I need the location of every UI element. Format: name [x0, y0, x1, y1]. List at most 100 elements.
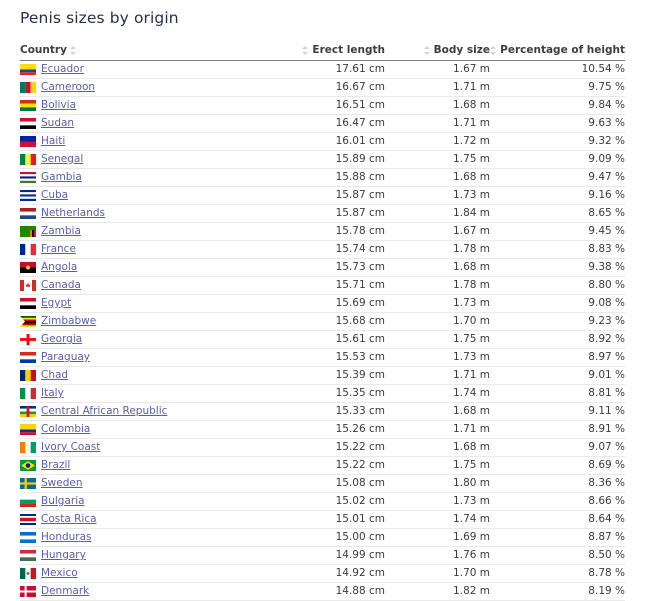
table-row: Brazil15.22 cm1.75 m8.69 % — [20, 457, 625, 475]
flag-ecuador-icon — [20, 64, 36, 75]
cell-erect-length: 14.99 cm — [265, 547, 385, 565]
cell-erect-length: 15.89 cm — [265, 151, 385, 169]
table-row: Senegal15.89 cm1.75 m9.09 % — [20, 151, 625, 169]
cell-percentage-of-height: 8.36 % — [490, 475, 625, 493]
cell-country: Colombia — [20, 421, 265, 439]
table-row: Costa Rica15.01 cm1.74 m8.64 % — [20, 511, 625, 529]
cell-body-size: 1.78 m — [385, 277, 490, 295]
country-link[interactable]: Italy — [41, 387, 64, 400]
cell-percentage-of-height: 8.50 % — [490, 547, 625, 565]
flag-cameroon-icon — [20, 82, 36, 93]
flag-haiti-icon — [20, 136, 36, 147]
country-link[interactable]: Central African Republic — [41, 405, 167, 418]
cell-erect-length: 15.00 cm — [265, 529, 385, 547]
column-header-country[interactable]: Country — [20, 42, 265, 61]
cell-country: Ivory Coast — [20, 439, 265, 457]
country-cell: Costa Rica — [20, 511, 265, 528]
cell-erect-length: 15.01 cm — [265, 511, 385, 529]
country-link[interactable]: Ecuador — [41, 63, 84, 76]
cell-body-size: 1.69 m — [385, 529, 490, 547]
country-link[interactable]: Hungary — [41, 549, 86, 562]
cell-erect-length: 15.33 cm — [265, 403, 385, 421]
column-header-label: Erect length — [312, 44, 385, 56]
cell-country: Egypt — [20, 295, 265, 313]
cell-body-size: 1.78 m — [385, 241, 490, 259]
country-link[interactable]: Netherlands — [41, 207, 105, 220]
country-link[interactable]: Mexico — [41, 567, 78, 580]
country-cell: Ivory Coast — [20, 439, 265, 456]
table-row: Cameroon16.67 cm1.71 m9.75 % — [20, 79, 625, 97]
country-link[interactable]: Cuba — [41, 189, 68, 202]
sort-icon[interactable] — [424, 46, 431, 55]
cell-body-size: 1.68 m — [385, 259, 490, 277]
flag-cuba-icon — [20, 190, 36, 201]
country-link[interactable]: Sweden — [41, 477, 83, 490]
country-cell: Chad — [20, 367, 265, 384]
table-row: Paraguay15.53 cm1.73 m8.97 % — [20, 349, 625, 367]
cell-percentage-of-height: 8.83 % — [490, 241, 625, 259]
country-link[interactable]: Ivory Coast — [41, 441, 100, 454]
country-link[interactable]: Senegal — [41, 153, 83, 166]
flag-zambia-icon — [20, 226, 36, 237]
cell-percentage-of-height: 9.32 % — [490, 133, 625, 151]
cell-percentage-of-height: 8.64 % — [490, 511, 625, 529]
flag-hungary-icon — [20, 550, 36, 561]
table-row: Canada15.71 cm1.78 m8.80 % — [20, 277, 625, 295]
country-link[interactable]: Georgia — [41, 333, 82, 346]
country-link[interactable]: Egypt — [41, 297, 71, 310]
country-link[interactable]: Brazil — [41, 459, 70, 472]
flag-netherlands-icon — [20, 208, 36, 219]
country-link[interactable]: Canada — [41, 279, 81, 292]
country-link[interactable]: Colombia — [41, 423, 90, 436]
cell-body-size: 1.75 m — [385, 331, 490, 349]
table-row: Angola15.73 cm1.68 m9.38 % — [20, 259, 625, 277]
country-link[interactable]: Costa Rica — [41, 513, 97, 526]
cell-country: Gambia — [20, 169, 265, 187]
country-link[interactable]: Gambia — [41, 171, 82, 184]
cell-country: Bolivia — [20, 97, 265, 115]
flag-costa-rica-icon — [20, 514, 36, 525]
country-link[interactable]: Sudan — [41, 117, 74, 130]
table-row: Mexico14.92 cm1.70 m8.78 % — [20, 565, 625, 583]
table-row: Gambia15.88 cm1.68 m9.47 % — [20, 169, 625, 187]
cell-percentage-of-height: 8.81 % — [490, 385, 625, 403]
cell-percentage-of-height: 8.78 % — [490, 565, 625, 583]
page-title: Penis sizes by origin — [20, 9, 179, 28]
country-link[interactable]: France — [41, 243, 76, 256]
cell-country: Cuba — [20, 187, 265, 205]
cell-erect-length: 15.71 cm — [265, 277, 385, 295]
cell-country: Zimbabwe — [20, 313, 265, 331]
table-row: Chad15.39 cm1.71 m9.01 % — [20, 367, 625, 385]
cell-percentage-of-height: 9.45 % — [490, 223, 625, 241]
country-link[interactable]: Haiti — [41, 135, 65, 148]
country-cell: Netherlands — [20, 205, 265, 222]
cell-percentage-of-height: 9.11 % — [490, 403, 625, 421]
column-header-body_size[interactable]: Body size — [385, 42, 490, 61]
country-link[interactable]: Bulgaria — [41, 495, 85, 508]
country-link[interactable]: Cameroon — [41, 81, 95, 94]
country-link[interactable]: Denmark — [41, 585, 89, 598]
sort-icon[interactable] — [70, 46, 77, 55]
cell-body-size: 1.73 m — [385, 187, 490, 205]
cell-erect-length: 16.67 cm — [265, 79, 385, 97]
cell-body-size: 1.71 m — [385, 367, 490, 385]
country-link[interactable]: Zambia — [41, 225, 81, 238]
country-link[interactable]: Honduras — [41, 531, 92, 544]
country-cell: Italy — [20, 385, 265, 402]
country-link[interactable]: Chad — [41, 369, 68, 382]
cell-body-size: 1.74 m — [385, 385, 490, 403]
cell-percentage-of-height: 9.84 % — [490, 97, 625, 115]
country-cell: Gambia — [20, 169, 265, 186]
country-link[interactable]: Paraguay — [41, 351, 90, 364]
cell-body-size: 1.75 m — [385, 151, 490, 169]
sort-icon[interactable] — [490, 46, 497, 55]
table-row: Bolivia16.51 cm1.68 m9.84 % — [20, 97, 625, 115]
flag-canada-icon — [20, 280, 36, 291]
table-header-row: Country Erect lengthBody sizePercentage o… — [20, 42, 625, 61]
column-header-percentage_of_height[interactable]: Percentage of height — [490, 42, 625, 61]
country-link[interactable]: Zimbabwe — [41, 315, 96, 328]
country-link[interactable]: Bolivia — [41, 99, 76, 112]
country-link[interactable]: Angola — [41, 261, 77, 274]
sort-icon[interactable] — [302, 46, 309, 55]
column-header-erect_length[interactable]: Erect length — [265, 42, 385, 61]
